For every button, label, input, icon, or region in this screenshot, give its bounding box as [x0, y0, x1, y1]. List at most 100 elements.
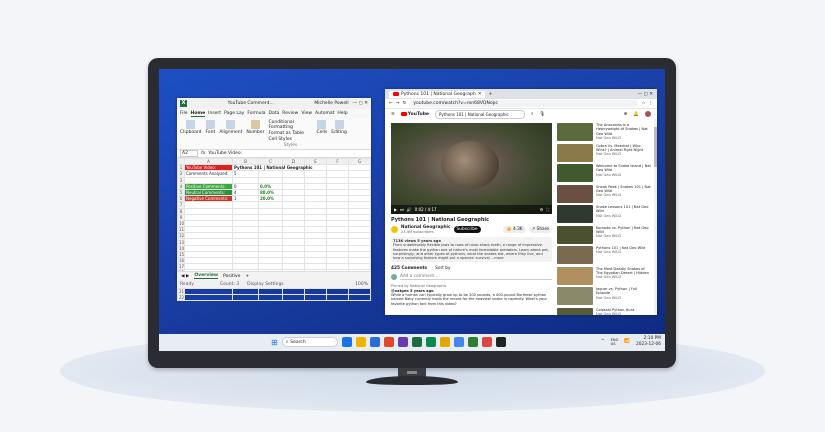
fullscreen-icon[interactable]: ⛶: [546, 207, 549, 212]
start-icon[interactable]: ⊞: [271, 338, 278, 347]
add-comment-input[interactable]: Add a comment...: [400, 274, 552, 281]
mic-icon[interactable]: 🎙: [540, 112, 546, 117]
related-video-title[interactable]: Sneak Peek | Snakes 101 | Nat Geo Wild: [596, 185, 651, 194]
video-thumbnail[interactable]: [557, 246, 593, 264]
alignment-group[interactable]: Alignment: [219, 120, 242, 135]
taskbar-app-icon[interactable]: [411, 337, 422, 347]
close-tab-icon[interactable]: ✕: [478, 92, 482, 97]
youtube-search-input[interactable]: Pythons 101 | National Geographic: [434, 109, 525, 119]
row-header[interactable]: 16: [177, 256, 185, 265]
video-thumbnail[interactable]: [557, 307, 593, 315]
menu-item-help[interactable]: Help: [337, 111, 347, 116]
related-video-title[interactable]: Cobra Vs. Meerkat | Who Wins? | Animal F…: [596, 144, 651, 153]
video-thumbnail[interactable]: [557, 266, 593, 285]
description-box[interactable]: 713K views 5 years ago From unbelievably…: [391, 237, 552, 263]
related-video-title[interactable]: Komodo vs. Python | Nat Geo Wild: [596, 226, 651, 235]
row-header[interactable]: 10: [177, 219, 185, 228]
address-input[interactable]: youtube.com/watch?v=ron68VQNopc: [409, 100, 639, 107]
related-video-item[interactable]: The Anaconda Is a Heavyweight of Snakes …: [557, 123, 651, 143]
chevron-up-icon[interactable]: ^: [601, 339, 605, 344]
cell[interactable]: [184, 294, 233, 302]
browser-tab[interactable]: Pythons 101 | National Geograph ✕: [389, 90, 486, 98]
row-header[interactable]: 17: [177, 263, 185, 271]
taskbar-app-icon[interactable]: [453, 337, 464, 347]
subscribe-button[interactable]: Subscribe: [453, 226, 481, 233]
tab-positive[interactable]: Positive: [223, 274, 240, 279]
taskbar-app-icon[interactable]: [425, 337, 436, 347]
taskbar-app-icon[interactable]: [495, 337, 506, 347]
add-sheet-icon[interactable]: +: [245, 274, 249, 279]
taskbar-app-icon[interactable]: [439, 337, 450, 347]
menu-item-home[interactable]: Home: [190, 111, 206, 117]
related-video-item[interactable]: Welcome to Snake Island | Nat Geo Wild Na…: [557, 164, 651, 184]
video-thumbnail[interactable]: [557, 164, 593, 182]
related-video-item[interactable]: Snake Lessons 101 | Nat Geo Wild Nat Geo …: [557, 205, 651, 225]
search-icon[interactable]: ⌕: [531, 111, 534, 117]
clipboard-group[interactable]: Clipboard: [180, 120, 202, 135]
wifi-icon[interactable]: 📶: [624, 339, 630, 344]
menu-item-file[interactable]: File: [180, 111, 188, 116]
video-player[interactable]: ▶ ⏭ 🔊 0:02 / 4:17 ⚙ ⛶: [391, 123, 552, 214]
cell-styles-button[interactable]: Cell Styles: [268, 137, 312, 142]
related-video-item[interactable]: Komodo vs. Python | Nat Geo Wild Nat Geo …: [557, 225, 651, 246]
settings-icon[interactable]: ⚙: [540, 207, 544, 212]
avatar[interactable]: [645, 111, 651, 117]
taskbar-app-icon[interactable]: [369, 337, 380, 347]
video-thumbnail[interactable]: [557, 143, 593, 162]
channel-avatar[interactable]: [391, 226, 398, 233]
related-video-item[interactable]: Sneak Peek | Snakes 101 | Nat Geo Wild Na…: [557, 184, 651, 205]
related-video-title[interactable]: The Most Deadly Snakes of The Egyptian D…: [596, 267, 651, 276]
related-video-title[interactable]: Snake Lessons 101 | Nat Geo Wild: [596, 205, 651, 214]
menu-item-formula[interactable]: Formula: [247, 111, 265, 116]
related-video-item[interactable]: Cobra Vs. Meerkat | Who Wins? | Animal F…: [557, 143, 651, 164]
row-header[interactable]: 15: [177, 250, 185, 259]
menu-item-view[interactable]: View: [301, 111, 312, 116]
format-as-table-button[interactable]: Format as Table: [268, 131, 312, 136]
cell[interactable]: [348, 294, 371, 302]
cell[interactable]: Negative Comments:: [184, 195, 233, 203]
cell[interactable]: Pythons 101 | National Geographic: [232, 164, 312, 172]
excel-user[interactable]: Michelle Powell: [314, 101, 348, 106]
number-group[interactable]: Number: [246, 120, 264, 135]
menu-item-data[interactable]: Data: [269, 111, 280, 116]
menu-icon[interactable]: ⋮: [649, 101, 654, 106]
related-video-title[interactable]: The Anaconda Is a Heavyweight of Snakes …: [596, 123, 651, 136]
row-header[interactable]: 14: [177, 244, 185, 252]
forward-icon[interactable]: →: [396, 101, 400, 106]
row-header[interactable]: 12: [177, 232, 185, 240]
row-header[interactable]: 13: [177, 238, 185, 246]
zoom-level[interactable]: 100%: [355, 282, 368, 287]
video-thumbnail[interactable]: [557, 184, 593, 203]
menu-item-insert[interactable]: Insert: [208, 111, 221, 116]
related-video-title[interactable]: Jaguar vs. Python | Full Episode: [596, 287, 651, 296]
star-icon[interactable]: ☆: [641, 101, 645, 106]
taskbar-app-icon[interactable]: [467, 337, 478, 347]
related-video-item[interactable]: Colossal Python Hunt Nat Geo WILD: [557, 307, 651, 315]
like-button[interactable]: 👍 4.3K: [503, 226, 526, 233]
related-video-item[interactable]: Pythons 101 | Nat Geo Wild Nat Geo WILD: [557, 246, 651, 266]
window-controls[interactable]: — ▢ ✕: [353, 101, 368, 106]
cells-group[interactable]: Cells: [316, 120, 327, 135]
share-button[interactable]: ↗ Share: [528, 226, 552, 233]
language-indicator[interactable]: ENG US: [611, 338, 619, 346]
sort-by-button[interactable]: Sort by: [435, 266, 450, 271]
video-thumbnail[interactable]: [557, 287, 593, 305]
formula-input[interactable]: YouTube Video:: [208, 151, 242, 156]
taskbar-app-icon[interactable]: [355, 337, 366, 347]
row-header[interactable]: 22: [177, 294, 185, 302]
conditional-formatting-button[interactable]: Conditional Formatting: [268, 120, 312, 130]
editing-group[interactable]: Editing: [331, 120, 347, 135]
taskbar-app-icon[interactable]: [383, 337, 394, 347]
youtube-logo[interactable]: YouTube: [400, 112, 429, 117]
tab-nav-icon[interactable]: ◀ ▶: [181, 274, 189, 279]
related-video-item[interactable]: Jaguar vs. Python | Full Episode Nat Geo …: [557, 287, 651, 307]
font-group[interactable]: Font: [206, 120, 215, 135]
taskbar-search[interactable]: ⌕ Search: [281, 337, 338, 347]
create-icon[interactable]: ⊕: [624, 112, 628, 117]
cell[interactable]: [232, 294, 259, 302]
hamburger-icon[interactable]: ≡: [391, 112, 395, 117]
notifications-icon[interactable]: 🔔: [633, 112, 639, 117]
menu-item-automat[interactable]: Automat: [315, 111, 334, 116]
display-settings[interactable]: Display Settings: [247, 282, 283, 287]
taskbar-app-icon[interactable]: [397, 337, 408, 347]
